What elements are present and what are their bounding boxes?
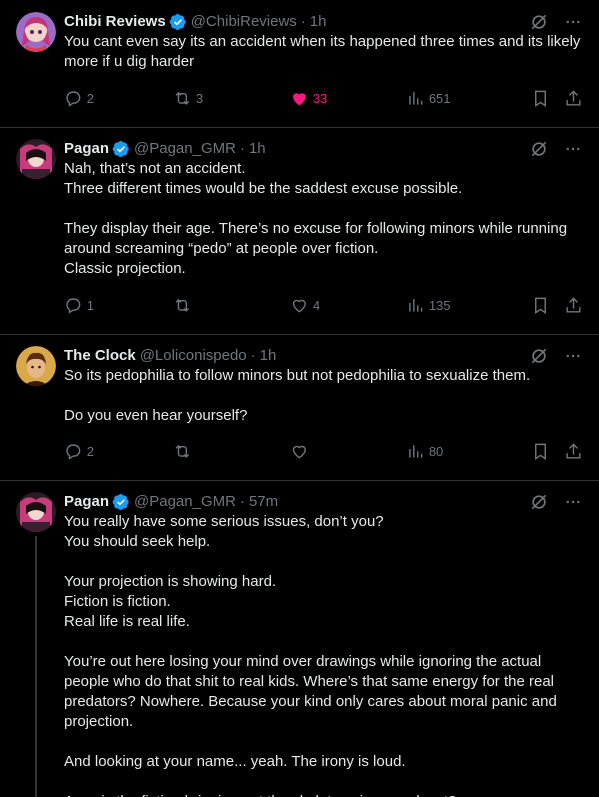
like-button[interactable] — [290, 442, 406, 461]
tweet-text: You really have some serious issues, don… — [64, 513, 557, 797]
reply-feed: Chibi Reviews @ChibiReviews · 1h You can… — [0, 0, 599, 797]
handle[interactable]: @Loliconispedo — [140, 346, 247, 366]
handle[interactable]: @ChibiReviews — [191, 12, 297, 32]
separator-dot: · — [250, 347, 256, 364]
more-icon[interactable] — [563, 346, 583, 366]
like-button[interactable]: 4 — [290, 296, 406, 315]
views-button[interactable]: 135 — [406, 296, 531, 315]
retweet-icon — [175, 91, 190, 105]
share-icon[interactable] — [564, 89, 583, 108]
reply-icon — [66, 91, 81, 107]
more-icon[interactable] — [563, 492, 583, 512]
verified-badge-icon — [169, 13, 187, 31]
retweet-button[interactable] — [173, 442, 290, 461]
separator-dot: · — [300, 13, 306, 30]
reply-count: 2 — [86, 90, 94, 106]
tweet-actions: 1 4 135 — [64, 295, 583, 315]
view-count: 80 — [428, 443, 444, 459]
tweet-actions: 2 3 33 651 — [64, 88, 583, 108]
reply-button[interactable]: 2 — [64, 89, 173, 108]
tweet-text: So its pedophilia to follow minors but n… — [64, 367, 531, 424]
bookmark-icon[interactable] — [531, 442, 550, 461]
timestamp[interactable]: 1h — [310, 12, 327, 32]
retweet-icon — [175, 444, 190, 458]
tweet-chibi-reviews[interactable]: Chibi Reviews @ChibiReviews · 1h You can… — [0, 0, 599, 128]
view-count: 135 — [428, 297, 451, 313]
tweet-header: Chibi Reviews @ChibiReviews · 1h — [64, 12, 583, 32]
views-icon — [409, 444, 423, 458]
retweet-icon — [175, 298, 190, 312]
like-count: 4 — [312, 297, 321, 313]
like-count: 33 — [312, 90, 328, 106]
heart-icon — [292, 299, 307, 313]
avatar[interactable] — [16, 346, 56, 386]
timestamp[interactable]: 1h — [249, 139, 266, 159]
bookmark-icon[interactable] — [531, 89, 550, 108]
more-icon[interactable] — [563, 139, 583, 159]
reply-icon — [66, 298, 81, 314]
display-name[interactable]: Pagan — [64, 139, 109, 159]
handle[interactable]: @Pagan_GMR — [134, 139, 236, 159]
grok-icon[interactable] — [529, 12, 549, 32]
timestamp[interactable]: 1h — [260, 346, 277, 366]
grok-icon[interactable] — [529, 346, 549, 366]
share-icon[interactable] — [564, 296, 583, 315]
views-icon — [409, 91, 423, 105]
retweet-count: 3 — [195, 90, 204, 106]
reply-button[interactable]: 2 — [64, 442, 173, 461]
grok-icon[interactable] — [529, 492, 549, 512]
tweet-the-clock[interactable]: The Clock @Loliconispedo · 1h So its ped… — [0, 335, 599, 481]
thread-line — [35, 536, 37, 797]
reply-button[interactable]: 1 — [64, 296, 173, 315]
verified-badge-icon — [112, 493, 130, 511]
avatar[interactable] — [16, 12, 56, 52]
views-icon — [409, 298, 423, 312]
views-button[interactable]: 80 — [406, 442, 531, 461]
handle[interactable]: @Pagan_GMR — [134, 492, 236, 512]
separator-dot: · — [239, 493, 245, 510]
share-icon[interactable] — [564, 442, 583, 461]
bookmark-icon[interactable] — [531, 296, 550, 315]
display-name[interactable]: Chibi Reviews — [64, 12, 166, 32]
retweet-button[interactable] — [173, 296, 290, 315]
heart-icon — [293, 92, 306, 106]
display-name[interactable]: Pagan — [64, 492, 109, 512]
tweet-text: You cant even say its an accident when i… — [64, 33, 585, 70]
views-button[interactable]: 651 — [406, 89, 531, 108]
avatar[interactable] — [16, 139, 56, 179]
reply-count: 2 — [86, 443, 94, 459]
tweet-pagan-2[interactable]: Pagan @Pagan_GMR · 57m You really have s… — [0, 481, 599, 797]
timestamp[interactable]: 57m — [249, 492, 278, 512]
tweet-actions: 2 80 — [64, 441, 583, 461]
verified-badge-icon — [112, 140, 130, 158]
view-count: 651 — [428, 90, 451, 106]
separator-dot: · — [239, 140, 245, 157]
grok-icon[interactable] — [529, 139, 549, 159]
tweet-text: Nah, that’s not an accident. Three diffe… — [64, 160, 568, 277]
like-button[interactable]: 33 — [290, 89, 406, 108]
tweet-pagan-1[interactable]: Pagan @Pagan_GMR · 1h Nah, that’s not an… — [0, 128, 599, 335]
display-name[interactable]: The Clock — [64, 346, 136, 366]
avatar[interactable] — [16, 492, 56, 532]
retweet-button[interactable]: 3 — [173, 89, 290, 108]
heart-icon — [292, 445, 307, 459]
reply-icon — [66, 444, 81, 460]
tweet-gutter — [16, 12, 56, 127]
more-icon[interactable] — [563, 12, 583, 32]
reply-count: 1 — [86, 297, 94, 313]
